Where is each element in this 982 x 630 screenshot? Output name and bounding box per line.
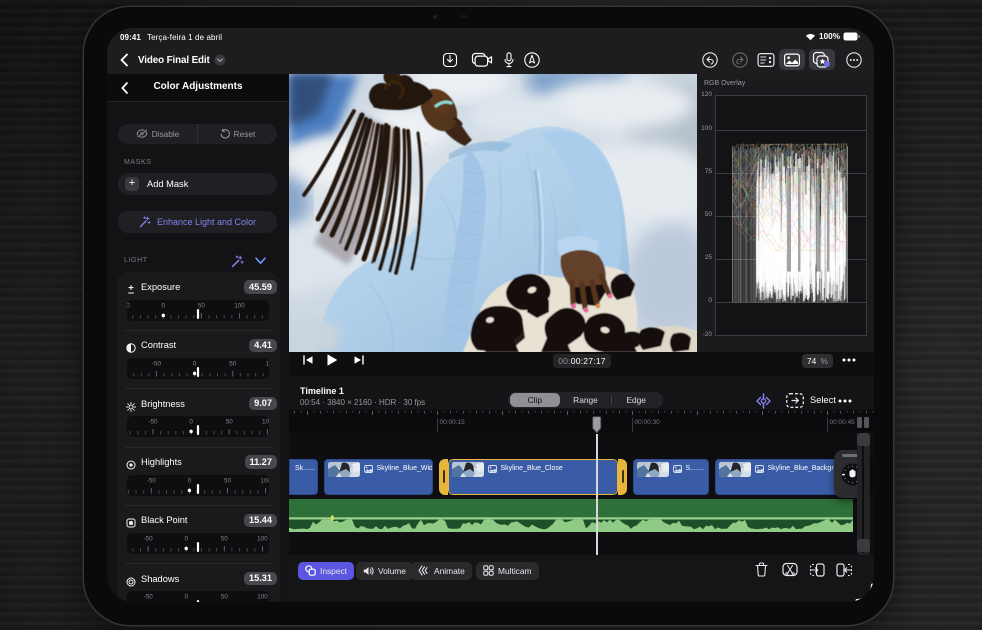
svg-text:50: 50 [221, 594, 229, 601]
svg-text:-50: -50 [144, 535, 154, 542]
svg-text:50: 50 [226, 419, 234, 426]
svg-text:50: 50 [221, 535, 229, 542]
svg-text:-50: -50 [152, 360, 162, 367]
svg-text:100: 100 [234, 302, 245, 309]
svg-text:-50: -50 [144, 594, 154, 601]
svg-text:50: 50 [224, 477, 232, 484]
svg-text:100: 100 [260, 477, 269, 484]
svg-text:0: 0 [189, 419, 193, 426]
svg-text:100: 100 [266, 360, 269, 367]
svg-text:-50: -50 [148, 419, 158, 426]
svg-text:-50: -50 [147, 477, 157, 484]
svg-text:0: 0 [193, 360, 197, 367]
svg-text:0: 0 [185, 594, 189, 601]
svg-text:50: 50 [198, 302, 206, 309]
svg-text:-50: -50 [127, 302, 130, 309]
svg-text:0: 0 [188, 477, 192, 484]
svg-text:100: 100 [257, 535, 268, 542]
svg-text:0: 0 [184, 535, 188, 542]
svg-text:50: 50 [229, 360, 237, 367]
svg-text:0: 0 [162, 302, 166, 309]
svg-text:100: 100 [262, 419, 269, 426]
svg-text:100: 100 [257, 594, 268, 601]
